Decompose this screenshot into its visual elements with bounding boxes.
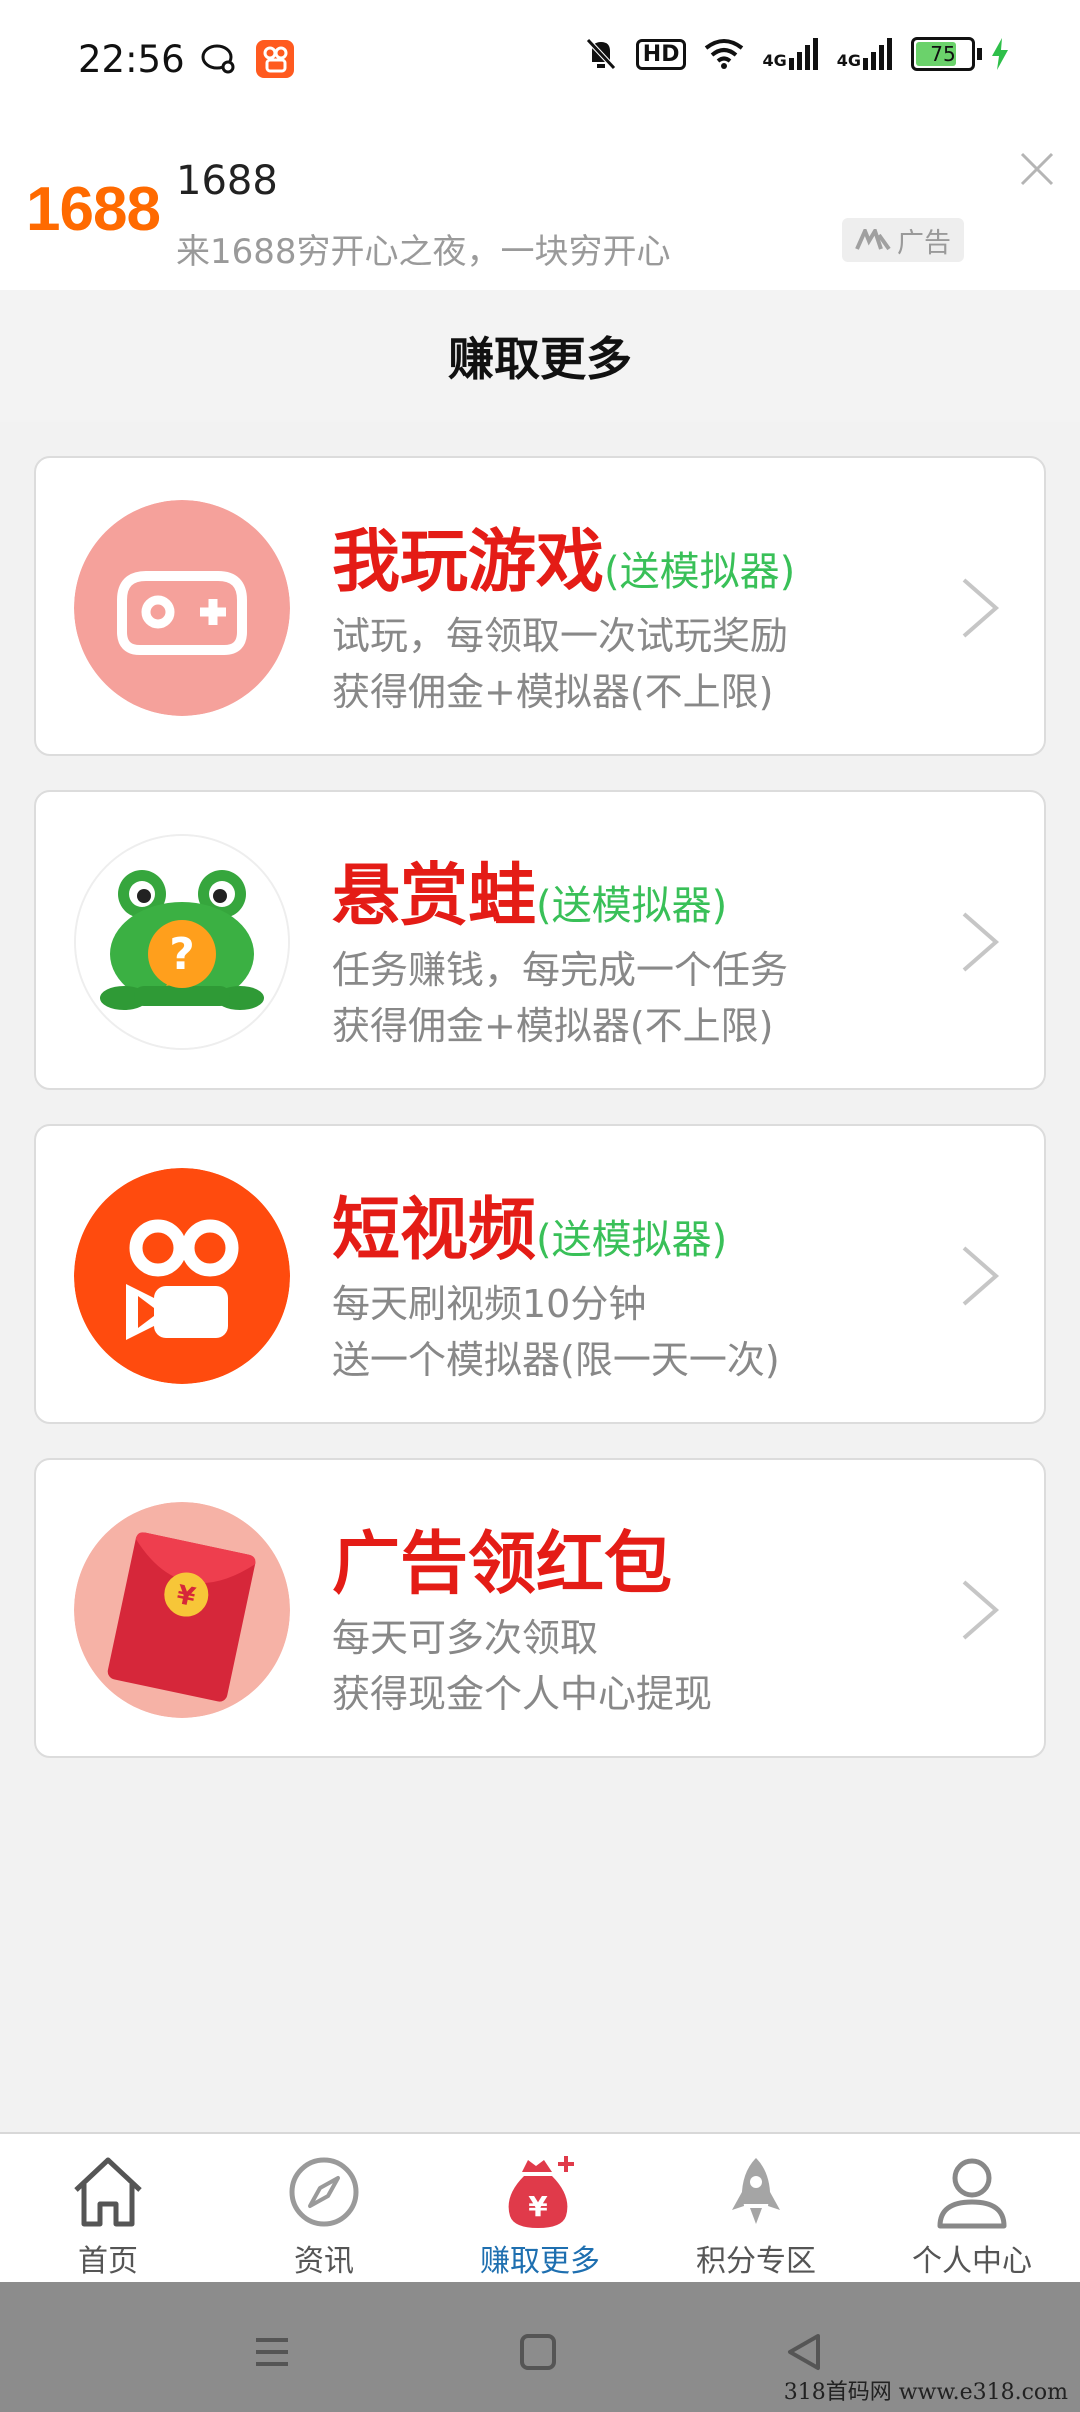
home-icon [74,2157,142,2227]
ad-banner[interactable]: 1688 1688 来1688穷开心之夜，一块穷开心 广告 [0,124,1080,290]
person-icon [937,2158,1007,2229]
battery-indicator: 75 [911,37,1010,71]
kuaishou-app-icon [256,40,294,78]
card-ad-red-envelope[interactable]: ¥ 广告领红包 每天可多次领取 获得现金个人中心提现 [34,1458,1046,1758]
muted-bell-icon [585,38,616,70]
card-tag: (送模拟器) [536,883,728,929]
system-status-icons: HD 4G 4G 75 [584,36,1010,72]
wifi-icon [705,39,744,69]
home-square-icon[interactable] [508,2322,568,2382]
chevron-right-icon [962,578,1000,638]
menu-icon[interactable] [242,2322,302,2382]
tab-label: 首页 [78,2244,138,2279]
card-title: 悬赏蛙(送模拟器) [332,857,728,936]
svg-text:?: ? [169,929,195,980]
card-short-video[interactable]: 短视频(送模拟器) 每天刷视频10分钟 送一个模拟器(限一天一次) [34,1124,1046,1424]
chevron-right-icon [962,912,1000,972]
tab-home[interactable]: 首页 [0,2134,216,2284]
signal-bars-icon [863,38,892,70]
tab-points[interactable]: 积分专区 [648,2134,864,2284]
hd-badge: HD [635,38,687,70]
bottom-tab-bar: 首页 资讯 ¥ 赚取更多 积分专区 个人中心 [0,2132,1080,2284]
card-description: 试玩，每领取一次试玩奖励 获得佣金+模拟器(不上限) [332,614,789,714]
card-title: 我玩游戏(送模拟器) [332,523,796,602]
card-title: 广告领红包 [332,1525,673,1604]
card-bounty-frog[interactable]: ? 悬赏蛙(送模拟器) 任务赚钱，每完成一个任务 获得佣金+模拟器(不上限) [34,790,1046,1090]
status-bar: 22:56 HD 4G 4G 75 [0,0,1080,124]
ad-tag-text: 广告 [897,227,951,259]
ad-description: 来1688穷开心之夜，一块穷开心 [176,232,671,272]
ad-label: 广告 [842,218,964,262]
ad-logo: 1688 [26,175,161,244]
rocket-icon [732,2158,780,2224]
card-title: 短视频(送模拟器) [332,1191,728,1270]
chevron-right-icon [962,1246,1000,1306]
signal-1: 4G [762,38,818,70]
card-tag: (送模拟器) [604,549,796,595]
tab-profile[interactable]: 个人中心 [864,2134,1080,2284]
close-icon [1020,152,1054,186]
money-bag-icon: ¥ [508,2156,574,2228]
tab-earn-more[interactable]: ¥ 赚取更多 [432,2134,648,2284]
tab-label: 资讯 [294,2244,354,2279]
card-play-games[interactable]: 我玩游戏(送模拟器) 试玩，每领取一次试玩奖励 获得佣金+模拟器(不上限) [34,456,1046,756]
signal-2: 4G [837,38,893,70]
ad-title: 1688 [176,158,278,204]
compass-icon [289,2157,359,2227]
card-description: 任务赚钱，每完成一个任务 获得佣金+模拟器(不上限) [332,948,789,1048]
tab-news[interactable]: 资讯 [216,2134,432,2284]
watermark: 318首码网 www.e318.com [783,2380,1068,2405]
notification-icons [200,40,294,78]
battery-icon: 75 [911,37,975,71]
tab-label: 赚取更多 [480,2244,600,2279]
chevron-right-icon [962,1580,1000,1640]
card-tag: (送模拟器) [536,1217,728,1263]
ad-close-button[interactable] [1012,146,1062,196]
ad-network-logo-icon [855,229,891,251]
red-envelope-icon: ¥ [74,1502,290,1718]
frog-icon: ? [74,834,290,1050]
status-time: 22:56 [78,38,185,81]
card-description: 每天可多次领取 获得现金个人中心提现 [332,1616,713,1716]
page-header: 赚取更多 [0,290,1080,422]
back-triangle-icon[interactable] [774,2322,834,2382]
system-navigation-bar: 318首码网 www.e318.com [0,2282,1080,2412]
chat-bubble-icon [201,44,235,74]
signal-bars-icon [788,38,818,70]
svg-text:¥: ¥ [528,2190,548,2223]
gamepad-icon [74,500,290,716]
tab-label: 积分专区 [696,2244,816,2279]
card-description: 每天刷视频10分钟 送一个模拟器(限一天一次) [332,1282,780,1382]
page-title: 赚取更多 [448,332,632,386]
charging-bolt-icon [992,38,1008,70]
video-camera-icon [74,1168,290,1384]
tab-label: 个人中心 [912,2244,1032,2279]
